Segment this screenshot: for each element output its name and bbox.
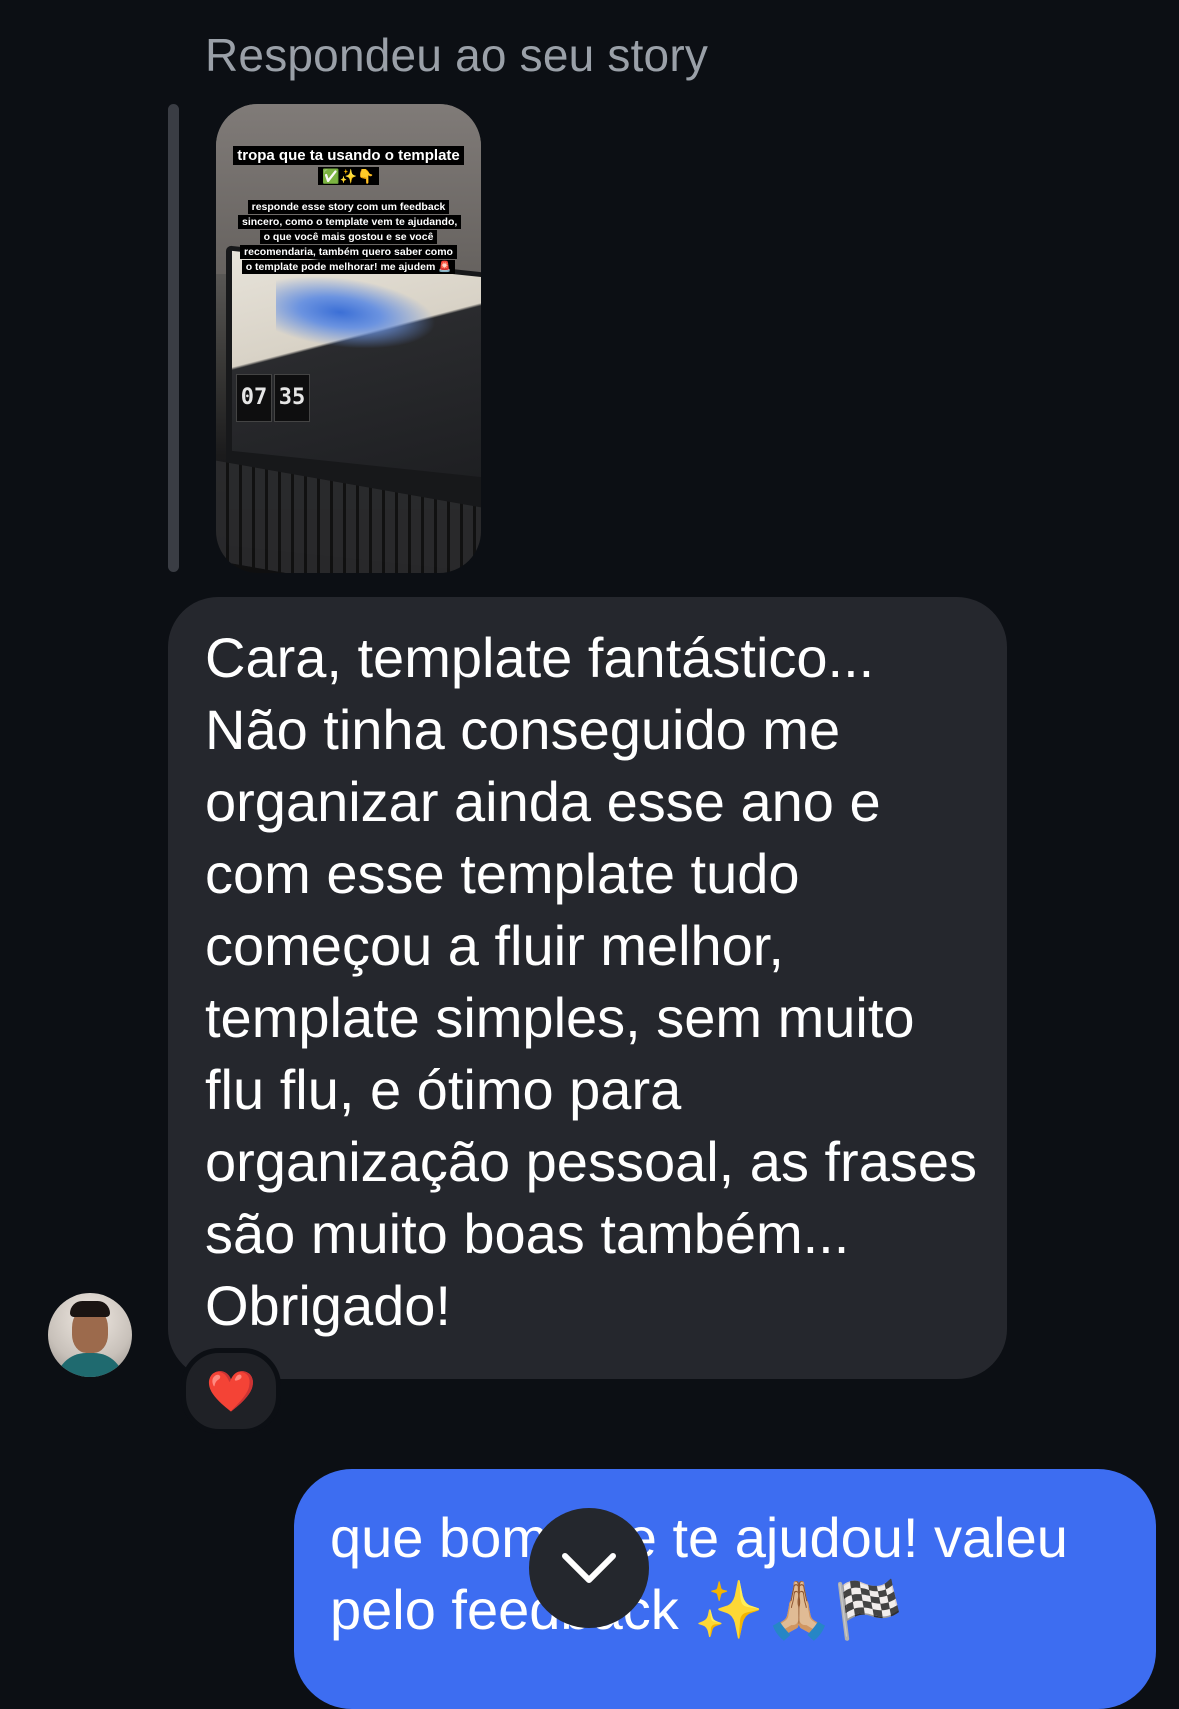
story-overlay-emoji-text: ✅✨👇 — [318, 167, 379, 185]
sent-message-text: que bom que te ajudou! valeu pelo feedba… — [330, 1506, 1068, 1641]
story-thumbnail[interactable]: 07 35 tropa que ta usando o template ✅✨👇… — [216, 104, 481, 573]
heart-reaction[interactable]: ❤️ — [181, 1348, 281, 1434]
scroll-to-bottom-button[interactable] — [529, 1508, 649, 1628]
reply-quote-bar — [168, 104, 179, 572]
story-clock-hours: 07 — [236, 374, 272, 422]
received-message-text: Cara, template fantástico... Não tinha c… — [205, 626, 977, 1337]
sender-avatar[interactable] — [48, 1293, 132, 1377]
story-overlay-title: tropa que ta usando o template — [230, 146, 467, 166]
chevron-down-icon — [562, 1553, 616, 1583]
story-overlay-body: responde esse story com um feedback sinc… — [238, 200, 462, 275]
heart-icon: ❤️ — [206, 1369, 256, 1414]
story-overlay-title-text: tropa que ta usando o template — [233, 146, 464, 165]
avatar-shirt — [56, 1353, 124, 1377]
story-clock-minutes: 35 — [274, 374, 310, 422]
story-overlay-body-text: responde esse story com um feedback sinc… — [238, 200, 462, 274]
story-overlay-emoji: ✅✨👇 — [216, 167, 481, 185]
avatar-hair — [70, 1301, 110, 1317]
story-reply-caption: Respondeu ao seu story — [205, 29, 709, 81]
